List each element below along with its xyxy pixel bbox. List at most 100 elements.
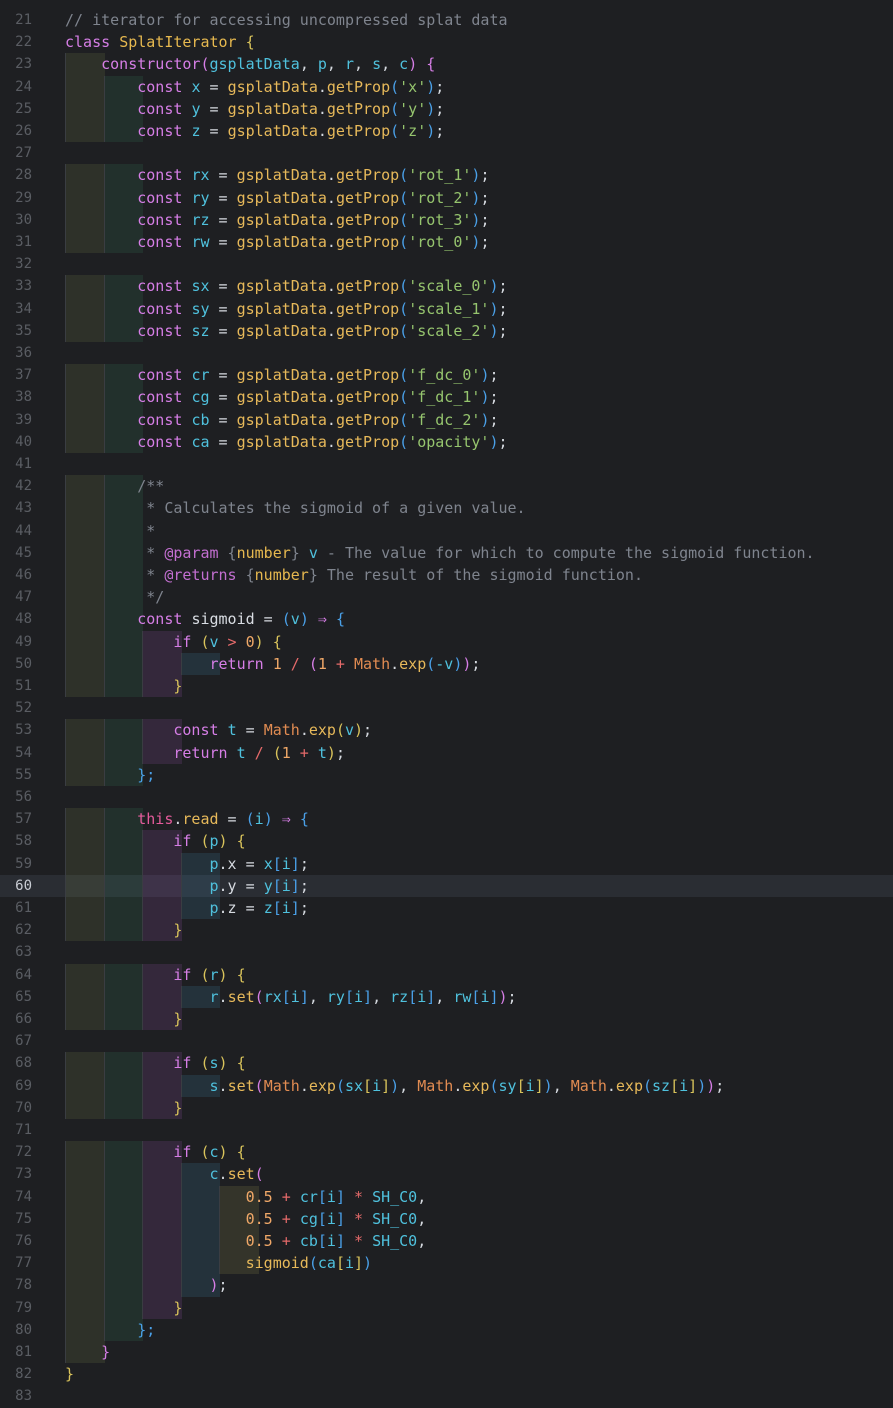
code-line[interactable]: 42 /**: [0, 475, 893, 498]
code-token: 'rot_0': [408, 233, 472, 251]
code-token: const: [137, 233, 192, 251]
code-line[interactable]: 23 constructor(gsplatData, p, r, s, c) {: [0, 53, 893, 76]
code-token: 'f_dc_1': [408, 388, 481, 407]
code-token: (: [399, 188, 409, 207]
code-line[interactable]: 62 }: [0, 919, 893, 942]
code-token: 'rot_3': [408, 210, 472, 229]
code-line[interactable]: 46 * @returns {number} The result of the…: [0, 564, 893, 587]
code-line[interactable]: 64 if (r) {: [0, 963, 893, 986]
code-line[interactable]: 60 p.y = y[i];: [0, 874, 893, 897]
code-token: const: [137, 388, 192, 407]
code-line[interactable]: 81 }: [0, 1341, 893, 1364]
code-line[interactable]: 70 }: [0, 1096, 893, 1119]
code-line[interactable]: 38 const cg = gsplatData.getProp('f_dc_1…: [0, 386, 893, 409]
code-line[interactable]: 83: [0, 1385, 893, 1407]
code-token: (: [399, 277, 409, 296]
code-line[interactable]: 55 };: [0, 763, 893, 786]
code-line[interactable]: 54 return t / (1 + t);: [0, 741, 893, 764]
code-line[interactable]: 74 0.5 + cr[i] * SH_C0,: [0, 1185, 893, 1208]
code-line[interactable]: 72 if (c) {: [0, 1141, 893, 1164]
code-line[interactable]: 53 const t = Math.exp(v);: [0, 719, 893, 742]
code-token: (: [390, 99, 400, 118]
code-line[interactable]: 41: [0, 453, 893, 475]
code-line[interactable]: 30 const rz = gsplatData.getProp('rot_3'…: [0, 208, 893, 231]
code-text: 0.5 + cr[i] * SH_C0,: [65, 1186, 427, 1208]
code-line[interactable]: 71: [0, 1119, 893, 1141]
code-line[interactable]: 25 const y = gsplatData.getProp('y');: [0, 97, 893, 120]
code-line[interactable]: 21 // iterator for accessing uncompressed…: [0, 9, 893, 31]
code-token: +: [272, 1187, 300, 1206]
code-line[interactable]: 27: [0, 142, 893, 164]
code-token: .: [326, 410, 336, 429]
code-line[interactable]: 65 r.set(rx[i], ry[i], rz[i], rw[i]);: [0, 985, 893, 1008]
code-line[interactable]: 48 const sigmoid = (v) ⇒ {: [0, 608, 893, 631]
code-token: i: [281, 899, 291, 917]
code-token: ): [218, 832, 237, 851]
code-token: };: [137, 765, 156, 784]
code-line[interactable]: 34 const sy = gsplatData.getProp('scale_…: [0, 297, 893, 320]
code-line[interactable]: 22 class SplatIterator {: [0, 31, 893, 53]
code-token: rw: [191, 233, 210, 251]
code-line[interactable]: 79 }: [0, 1296, 893, 1319]
code-line[interactable]: 32: [0, 253, 893, 275]
code-token: c: [209, 1165, 219, 1184]
code-line[interactable]: 73 c.set(: [0, 1163, 893, 1186]
code-line[interactable]: 31 const rw = gsplatData.getProp('rot_0'…: [0, 231, 893, 254]
code-line[interactable]: 69 s.set(Math.exp(sx[i]), Math.exp(sy[i]…: [0, 1074, 893, 1097]
code-token: =: [209, 299, 237, 318]
code-line[interactable]: 26 const z = gsplatData.getProp('z');: [0, 120, 893, 143]
code-line[interactable]: 24 const x = gsplatData.getProp('x');: [0, 75, 893, 98]
code-line[interactable]: 43 * Calculates the sigmoid of a given v…: [0, 497, 893, 520]
code-token: gsplatData: [236, 277, 327, 296]
code-line[interactable]: 47 */: [0, 586, 893, 609]
line-number: 25: [15, 100, 32, 117]
line-number: 41: [15, 456, 32, 472]
code-line[interactable]: 36: [0, 342, 893, 364]
code-line[interactable]: 52: [0, 697, 893, 719]
code-line[interactable]: 35 const sz = gsplatData.getProp('scale_…: [0, 319, 893, 342]
code-token: {: [236, 832, 246, 851]
code-token: set: [227, 1165, 255, 1184]
code-line[interactable]: 59 p.x = x[i];: [0, 852, 893, 875]
code-token: /**: [137, 477, 165, 496]
code-editor[interactable]: 21 // iterator for accessing uncompressed…: [0, 0, 893, 1404]
code-line[interactable]: 50 return 1 / (1 + Math.exp(-v));: [0, 652, 893, 675]
code-line[interactable]: 33 const sx = gsplatData.getProp('scale_…: [0, 275, 893, 298]
code-line[interactable]: 63: [0, 941, 893, 963]
code-line[interactable]: 56: [0, 786, 893, 808]
code-line[interactable]: 75 0.5 + cg[i] * SH_C0,: [0, 1207, 893, 1230]
code-line[interactable]: 51 }: [0, 675, 893, 698]
code-line[interactable]: 44 *: [0, 519, 893, 542]
code-line[interactable]: 68 if (s) {: [0, 1052, 893, 1075]
code-line[interactable]: 29 const ry = gsplatData.getProp('rot_2'…: [0, 186, 893, 209]
code-line[interactable]: 67: [0, 1030, 893, 1052]
code-token: +: [272, 1232, 300, 1250]
code-token: ca: [317, 1254, 336, 1273]
code-line[interactable]: 76 0.5 + cb[i] * SH_C0,: [0, 1230, 893, 1253]
code-token: =: [218, 810, 246, 829]
code-line[interactable]: 77 sigmoid(ca[i]): [0, 1252, 893, 1275]
code-line[interactable]: 66 }: [0, 1008, 893, 1031]
code-line[interactable]: 39 const cb = gsplatData.getProp('f_dc_2…: [0, 408, 893, 431]
code-line[interactable]: 61 p.z = z[i];: [0, 897, 893, 920]
code-text: );: [65, 1274, 228, 1296]
code-line[interactable]: 40 const ca = gsplatData.getProp('opacit…: [0, 430, 893, 453]
code-line[interactable]: 82}: [0, 1363, 893, 1385]
line-number: 75: [15, 1210, 32, 1227]
code-token: cb: [299, 1232, 318, 1250]
code-line[interactable]: 78 );: [0, 1274, 893, 1297]
code-line[interactable]: 58 if (p) {: [0, 830, 893, 853]
code-token: ]: [354, 1254, 364, 1273]
code-line[interactable]: 49 if (v > 0) {: [0, 630, 893, 653]
code-line[interactable]: 80 };: [0, 1318, 893, 1341]
code-token: ): [706, 1076, 716, 1095]
code-token: 1: [281, 743, 291, 762]
code-token: .x =: [218, 854, 264, 873]
code-text: }: [65, 919, 182, 941]
code-line[interactable]: 57 this.read = (i) ⇒ {: [0, 808, 893, 831]
code-text: if (c) {: [65, 1141, 245, 1163]
code-line[interactable]: 28 const rx = gsplatData.getProp('rot_1'…: [0, 164, 893, 187]
code-line[interactable]: 37 const cr = gsplatData.getProp('f_dc_0…: [0, 364, 893, 387]
code-token: ,: [417, 1187, 427, 1206]
code-line[interactable]: 45 * @param {number} v - The value for w…: [0, 541, 893, 564]
